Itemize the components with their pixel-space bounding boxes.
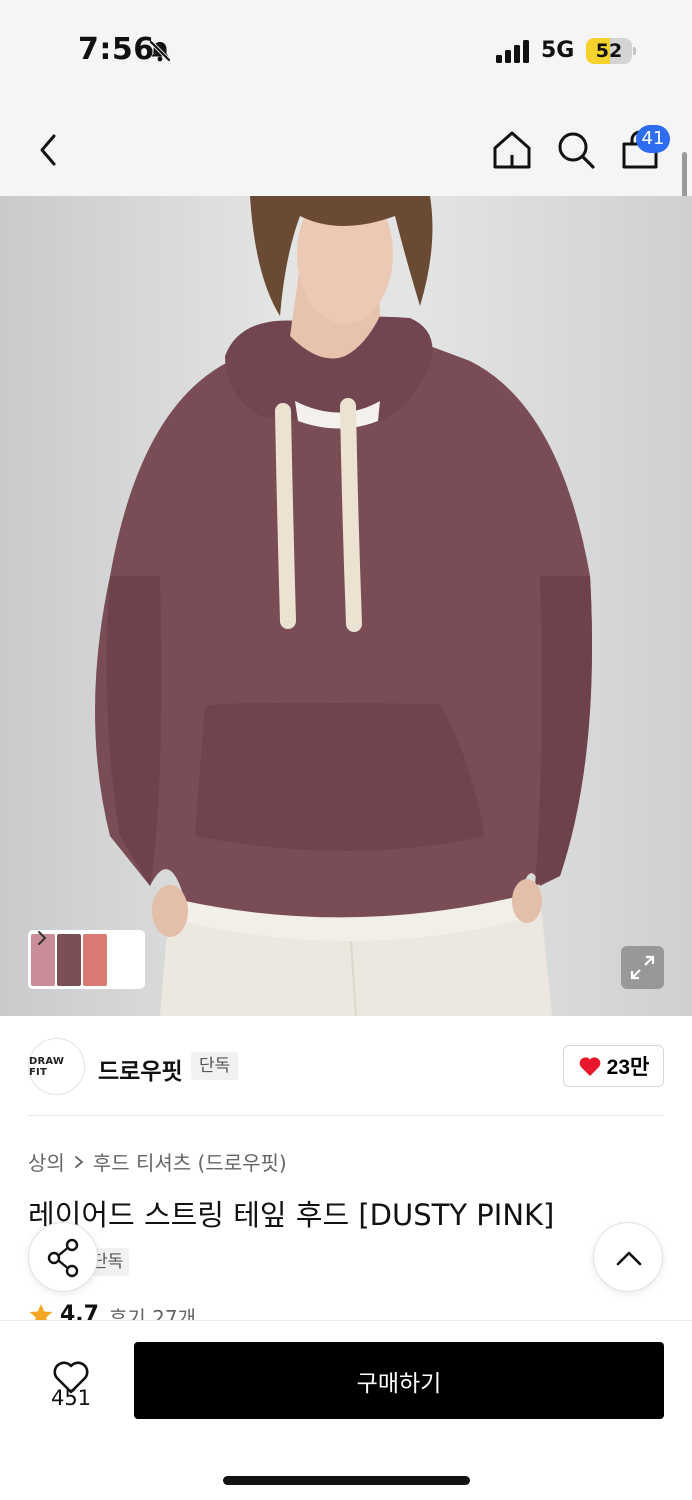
- thumbnail-2[interactable]: [57, 933, 81, 986]
- chevron-right-icon: [74, 1155, 84, 1168]
- share-button[interactable]: [28, 1222, 98, 1292]
- exclusive-tag: 단독: [191, 1052, 239, 1080]
- product-image[interactable]: [0, 196, 692, 1016]
- chevron-up-icon: [616, 1251, 642, 1266]
- battery-indicator: 52: [586, 38, 632, 64]
- search-button[interactable]: [554, 128, 598, 172]
- product-photo: [95, 196, 592, 1016]
- home-indicator: [223, 1476, 470, 1485]
- battery-cap: [633, 47, 636, 55]
- signal-icon: [496, 40, 529, 63]
- home-button[interactable]: [490, 128, 534, 172]
- bell-slash-icon: [149, 40, 171, 62]
- rating-row[interactable]: 4.7 후기 27개: [28, 1302, 196, 1320]
- breadcrumb: 상의 후드 티셔츠 (드로우핏): [28, 1147, 287, 1176]
- chevron-left-icon: [40, 134, 56, 166]
- divider: [28, 1115, 664, 1116]
- share-icon: [47, 1238, 79, 1278]
- brand-logo[interactable]: DRAW FIT: [28, 1038, 85, 1095]
- buy-button[interactable]: 구매하기: [134, 1342, 664, 1419]
- star-icon: [29, 1304, 53, 1320]
- expand-icon: [630, 955, 655, 980]
- chevron-right-icon: [38, 931, 47, 945]
- breadcrumb-item[interactable]: 상의: [28, 1147, 65, 1176]
- brand-name[interactable]: 드로우핏: [98, 1052, 183, 1086]
- product-title: 레이어드 스트링 테잎 후드 [DUSTY PINK]: [28, 1198, 555, 1232]
- expand-button[interactable]: [621, 946, 664, 989]
- top-nav: [0, 100, 692, 196]
- home-icon: [493, 131, 531, 169]
- brand-like-count: 23만: [606, 1056, 650, 1079]
- cart-count-badge: 41: [636, 125, 670, 153]
- wishlist-count: 451: [50, 1386, 92, 1410]
- network-label: 5G: [541, 38, 575, 63]
- brand-like-button[interactable]: 23만: [563, 1045, 664, 1087]
- thumbnail-3[interactable]: [83, 933, 107, 986]
- brand-logo-text: DRAW FIT: [29, 1055, 65, 1078]
- status-time: 7:56: [78, 32, 155, 67]
- search-icon: [558, 132, 595, 169]
- heart-filled-icon: [579, 1057, 601, 1076]
- back-button[interactable]: [30, 130, 70, 170]
- thumbnail-strip[interactable]: [28, 930, 145, 989]
- status-bar: 7:56 5G 52: [0, 0, 692, 100]
- breadcrumb-item[interactable]: 후드 티셔츠 (드로우핏): [93, 1147, 287, 1176]
- scroll-top-button[interactable]: [593, 1222, 663, 1292]
- battery-level: 52: [595, 40, 623, 62]
- rating-value: 4.7: [60, 1302, 99, 1320]
- review-count: 후기 27개: [108, 1306, 196, 1320]
